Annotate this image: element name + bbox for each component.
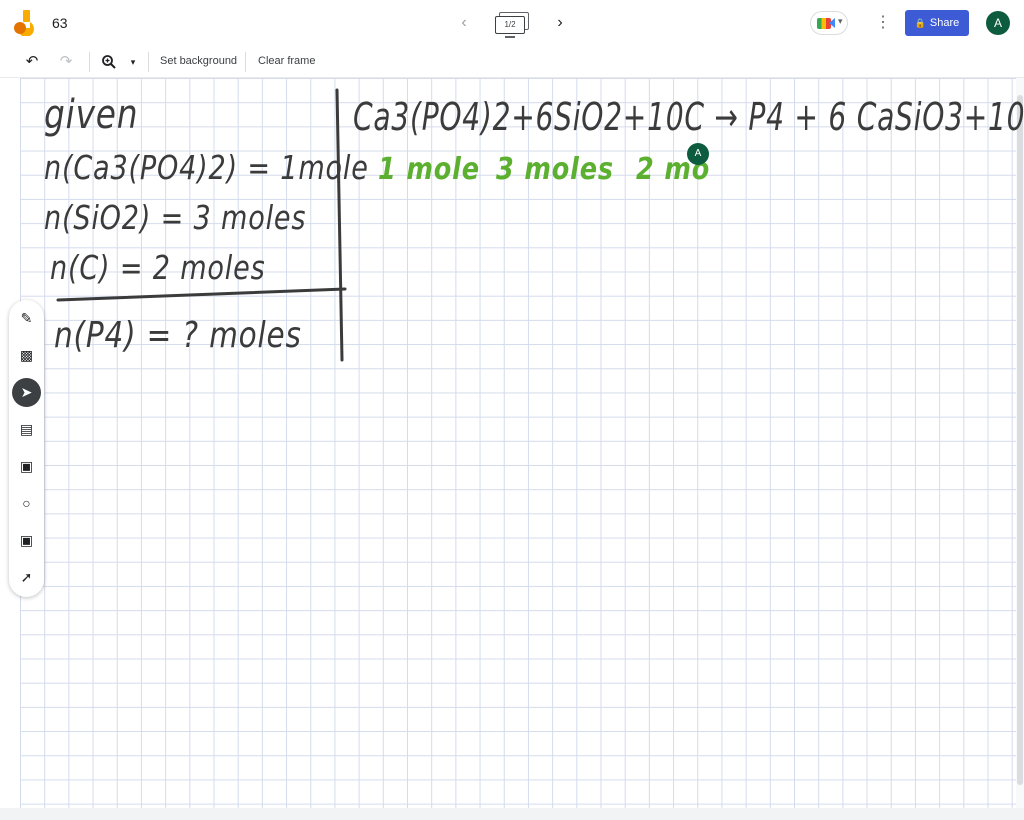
horizontal-divider-stroke (56, 287, 347, 302)
select-tool[interactable]: ➤ (12, 378, 41, 407)
eraser-icon: ▩ (19, 347, 34, 363)
text-box-icon: ▣ (19, 532, 34, 548)
image-icon: ▣ (19, 458, 34, 474)
pen-tool[interactable]: ✎ (12, 304, 41, 333)
pen-icon: ✎ (20, 310, 33, 326)
select-icon: ➤ (20, 384, 33, 400)
laser-icon: ➚ (20, 569, 33, 585)
laser-tool[interactable]: ➚ (12, 563, 41, 592)
circle-tool[interactable]: ○ (12, 489, 41, 518)
tool-palette: ✎ ▩ ➤ ▤ ▣ ○ ▣ ➚ (9, 300, 44, 597)
text-box-tool[interactable]: ▣ (12, 526, 41, 555)
collaborator-cursor: A (687, 143, 709, 165)
vertical-divider-stroke (335, 88, 344, 362)
image-tool[interactable]: ▣ (12, 452, 41, 481)
ink-strokes (56, 88, 347, 362)
sticky-note-tool[interactable]: ▤ (12, 415, 41, 444)
circle-icon: ○ (22, 495, 31, 511)
eraser-tool[interactable]: ▩ (12, 341, 41, 370)
sticky-note-icon: ▤ (19, 421, 34, 437)
